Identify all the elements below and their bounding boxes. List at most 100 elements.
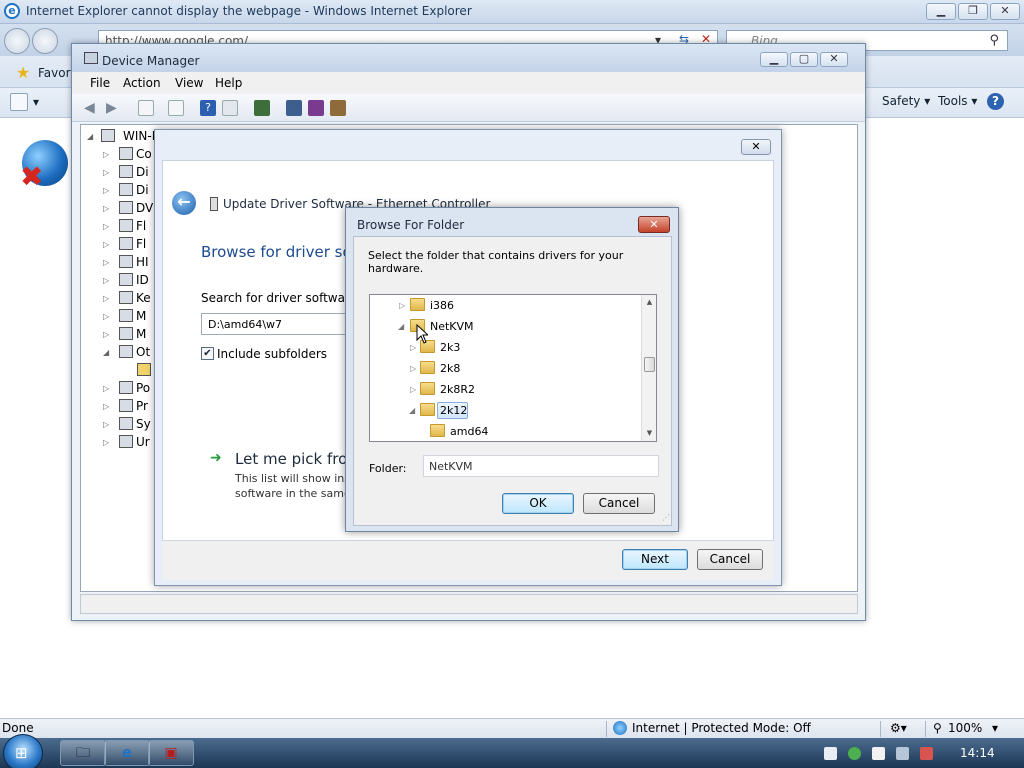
folder-collapse-icon[interactable]: ◢ [409, 406, 415, 415]
toolbar-scan-icon[interactable] [254, 100, 270, 116]
close-button[interactable]: ✕ [990, 3, 1020, 20]
tree-item[interactable]: Ot [136, 345, 150, 359]
tree-item[interactable]: Fl [136, 237, 146, 251]
taskbar-explorer-button[interactable]: 🗀 [60, 740, 106, 766]
bff-ok-button[interactable]: OK [502, 493, 574, 514]
favorites-button[interactable]: Favori [38, 66, 74, 80]
next-button[interactable]: Next [622, 549, 688, 570]
zoom-level[interactable]: 100% [948, 721, 982, 735]
include-subfolders-checkbox[interactable]: ✔ [201, 347, 214, 360]
tray-flag-icon[interactable] [872, 747, 885, 760]
maximize-button[interactable]: ❐ [958, 3, 988, 20]
folder-tree-scrollbar[interactable]: ▲ ▼ [641, 295, 656, 441]
tree-collapse-icon[interactable]: ◢ [87, 132, 93, 141]
tree-item[interactable]: Co [136, 147, 152, 161]
tree-collapse-icon[interactable]: ◢ [103, 348, 109, 357]
tree-expand-icon[interactable]: ▷ [103, 150, 109, 159]
help-icon[interactable]: ? [987, 93, 1004, 110]
tree-expand-icon[interactable]: ▷ [103, 312, 109, 321]
dm-minimize-button[interactable]: ▁ [760, 52, 788, 67]
popup-blocker-icon[interactable]: ⚙▾ [890, 721, 907, 735]
folder-item-netkvm[interactable]: NetKVM [430, 320, 474, 333]
tree-item[interactable]: Ur [136, 435, 150, 449]
tree-item[interactable]: Pr [136, 399, 148, 413]
folder-item-amd64[interactable]: amd64 [450, 425, 488, 438]
folder-item-2k3[interactable]: 2k3 [440, 341, 460, 354]
toolbar-show-hide-icon[interactable] [138, 100, 154, 116]
tree-expand-icon[interactable]: ▷ [103, 420, 109, 429]
wizard-cancel-button[interactable]: Cancel [697, 549, 763, 570]
taskbar-ie-button[interactable]: e [104, 740, 150, 766]
dm-close-button[interactable]: ✕ [820, 52, 848, 67]
folder-item-i386[interactable]: i386 [430, 299, 454, 312]
start-button[interactable]: ⊞ [3, 734, 43, 768]
menu-view[interactable]: View [175, 76, 203, 90]
toolbar-uninstall-icon[interactable] [330, 100, 346, 116]
minimize-button[interactable]: ▁ [926, 3, 956, 20]
toolbar-disable-icon[interactable] [308, 100, 324, 116]
resize-grip-icon[interactable]: ⋰ [662, 513, 670, 522]
tray-volume-muted-icon[interactable] [920, 747, 933, 760]
forward-button[interactable] [32, 28, 58, 54]
tree-expand-icon[interactable]: ▷ [103, 186, 109, 195]
tree-item[interactable]: DV [136, 201, 153, 215]
menu-file[interactable]: File [90, 76, 110, 90]
folder-expand-icon[interactable]: ▷ [410, 385, 416, 394]
tree-expand-icon[interactable]: ▷ [103, 384, 109, 393]
bff-cancel-button[interactable]: Cancel [583, 493, 655, 514]
wizard-close-button[interactable]: ✕ [741, 139, 771, 155]
zoom-dropdown-icon[interactable]: ▾ [992, 721, 998, 735]
tree-expand-icon[interactable]: ▷ [103, 330, 109, 339]
bff-close-button[interactable]: ✕ [638, 216, 670, 233]
tray-network-icon[interactable] [896, 747, 909, 760]
menu-help[interactable]: Help [215, 76, 242, 90]
driver-path-input[interactable]: D:\amd64\w7 [201, 313, 361, 335]
tree-expand-icon[interactable]: ▷ [103, 258, 109, 267]
tree-expand-icon[interactable]: ▷ [103, 294, 109, 303]
toolbar-forward-icon[interactable]: ▶ [106, 100, 122, 116]
tree-expand-icon[interactable]: ▷ [103, 240, 109, 249]
safety-menu[interactable]: Safety ▾ [882, 94, 930, 108]
tree-item[interactable]: Ke [136, 291, 151, 305]
folder-tree[interactable]: ▷ i386 ◢ NetKVM ▷ 2k3 ▷ 2k8 ▷ 2k8R2 ◢ 2k… [369, 294, 657, 442]
tree-item[interactable]: Sy [136, 417, 151, 431]
tab-list-dropdown-icon[interactable]: ▾ [33, 95, 39, 109]
tools-menu[interactable]: Tools ▾ [938, 94, 977, 108]
wizard-back-button[interactable]: ← [172, 191, 196, 215]
menu-action[interactable]: Action [123, 76, 161, 90]
tree-item[interactable]: ID [136, 273, 149, 287]
dm-maximize-button[interactable]: ▢ [790, 52, 818, 67]
quick-tabs-icon[interactable] [10, 93, 28, 111]
folder-field[interactable]: NetKVM [423, 455, 659, 477]
tree-item[interactable]: Po [136, 381, 150, 395]
scroll-down-icon[interactable]: ▼ [642, 426, 656, 441]
tray-clock[interactable]: 14:14 [960, 746, 995, 760]
favorites-star-icon[interactable]: ★ [16, 63, 30, 82]
tray-action-center-icon[interactable] [824, 747, 837, 760]
back-button[interactable] [4, 28, 30, 54]
folder-collapse-icon[interactable]: ◢ [398, 322, 404, 331]
tree-item[interactable]: Fl [136, 219, 146, 233]
taskbar-device-manager-button[interactable]: ▣ [148, 740, 194, 766]
tree-expand-icon[interactable]: ▷ [103, 276, 109, 285]
toolbar-update-driver-icon[interactable] [286, 100, 302, 116]
folder-expand-icon[interactable]: ▷ [410, 343, 416, 352]
toolbar-back-icon[interactable]: ◀ [84, 100, 100, 116]
tree-item[interactable]: Di [136, 183, 149, 197]
scroll-up-icon[interactable]: ▲ [642, 295, 656, 310]
folder-item-2k8r2[interactable]: 2k8R2 [440, 383, 475, 396]
folder-item-2k8[interactable]: 2k8 [440, 362, 460, 375]
tray-security-icon[interactable] [848, 747, 861, 760]
tree-expand-icon[interactable]: ▷ [103, 222, 109, 231]
unknown-device-icon[interactable] [137, 363, 151, 376]
folder-item-2k12[interactable]: 2k12 [440, 404, 467, 417]
tree-item[interactable]: HI [136, 255, 149, 269]
include-subfolders-label[interactable]: Include subfolders [217, 347, 327, 361]
tree-root-label[interactable]: WIN-I [123, 129, 155, 143]
tree-item[interactable]: M [136, 327, 146, 341]
toolbar-help-icon[interactable]: ? [200, 100, 216, 116]
tree-expand-icon[interactable]: ▷ [103, 438, 109, 447]
search-icon[interactable]: ⚲ [989, 33, 999, 48]
scroll-thumb[interactable] [644, 357, 655, 372]
folder-expand-icon[interactable]: ▷ [410, 364, 416, 373]
